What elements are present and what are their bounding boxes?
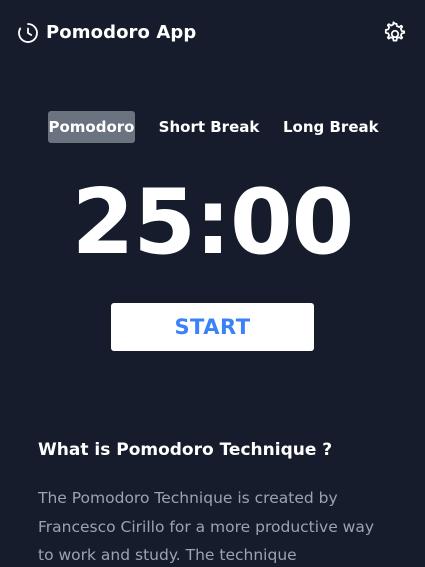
app-page: Pomodoro App Pomodoro Short Break Long B… bbox=[0, 0, 425, 567]
tab-short-break[interactable]: Short Break bbox=[158, 111, 260, 143]
clock-icon bbox=[17, 22, 39, 44]
app-header: Pomodoro App bbox=[0, 0, 425, 66]
start-button[interactable]: START bbox=[111, 303, 314, 351]
timer-display: 25:00 bbox=[71, 170, 354, 275]
info-heading: What is Pomodoro Technique ? bbox=[38, 440, 333, 460]
tab-pomodoro[interactable]: Pomodoro bbox=[48, 111, 135, 143]
app-title: Pomodoro App bbox=[46, 22, 197, 43]
mode-tabs: Pomodoro Short Break Long Break bbox=[0, 111, 425, 143]
gear-icon[interactable] bbox=[382, 21, 408, 47]
info-paragraph: The Pomodoro Technique is created by Fra… bbox=[38, 489, 375, 564]
tab-long-break[interactable]: Long Break bbox=[283, 111, 379, 143]
